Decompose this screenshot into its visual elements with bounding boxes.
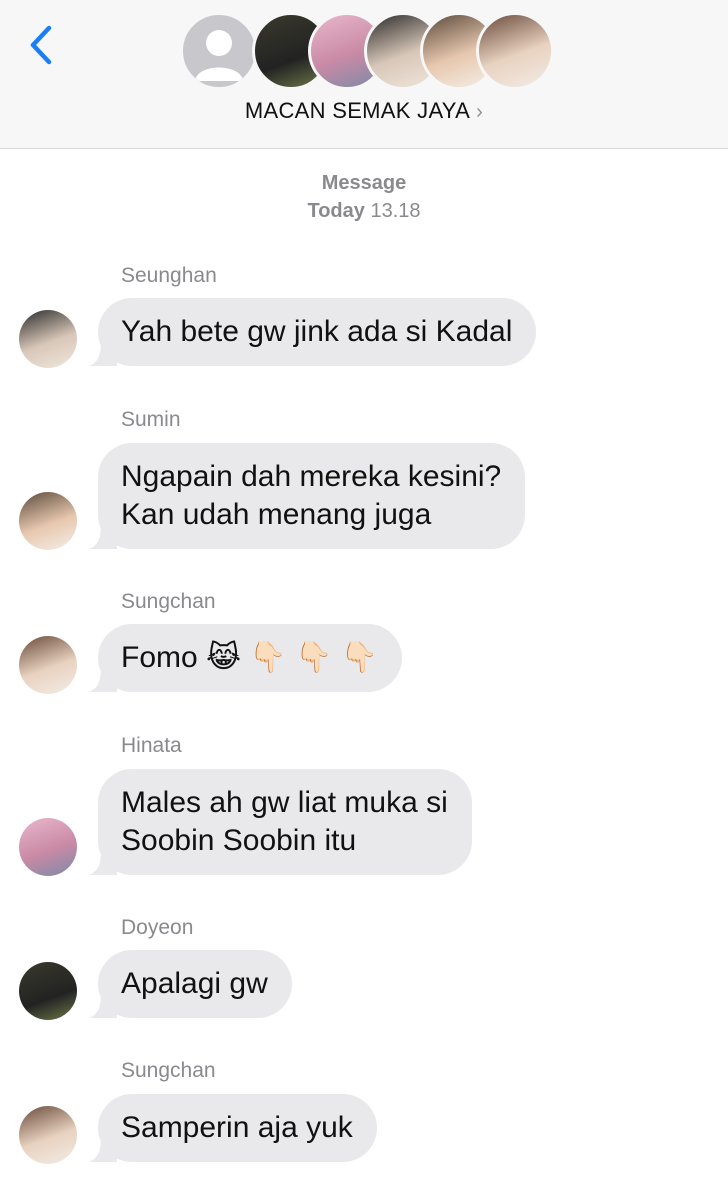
sender-name: Sungchan (121, 1059, 216, 1082)
sender-name: Doyeon (121, 916, 194, 939)
avatar-sungchan (476, 12, 554, 90)
group-name-label: MACAN SEMAK JAYA (244, 98, 471, 123)
message-bubble[interactable]: Ngapain dah mereka kesini? Kan udah mena… (89, 443, 526, 549)
message-text: Kan udah menang juga (121, 498, 432, 531)
timestamp: Today 13.18 (0, 200, 728, 223)
message-text: Soobin Soobin itu (121, 824, 357, 857)
avatar[interactable] (19, 310, 77, 368)
chevron-left-icon (30, 25, 52, 65)
avatar[interactable] (19, 818, 77, 876)
avatar[interactable] (19, 636, 77, 694)
timestamp-label: Message (321, 172, 407, 194)
avatar-placeholder (180, 12, 258, 90)
message-text: Ngapain dah mereka kesini? (121, 460, 502, 493)
avatar[interactable] (19, 492, 77, 550)
message-bubble[interactable]: Samperin aja yuk (89, 1094, 377, 1162)
timestamp-day: Today (307, 200, 365, 222)
chevron-right-icon: › (476, 101, 484, 123)
bubble-tail (89, 340, 117, 366)
avatar[interactable] (19, 1106, 77, 1164)
avatar[interactable] (19, 962, 77, 1020)
message-text: Fomo 😹 👇🏻 👇🏻 👇🏻 (121, 641, 379, 674)
bubble-tail (89, 992, 117, 1018)
sender-name: Sumin (121, 408, 181, 431)
message-text: Samperin aja yuk (121, 1111, 353, 1144)
message-text: Males ah gw liat muka si (121, 786, 448, 819)
bubble-tail (89, 523, 117, 549)
message-text: Apalagi gw (121, 967, 268, 1000)
group-avatars[interactable] (180, 12, 554, 92)
bubble-tail (89, 849, 117, 875)
chat-header: MACAN SEMAK JAYA › (0, 0, 728, 149)
bubble-tail (89, 666, 117, 692)
message-bubble[interactable]: Apalagi gw (89, 950, 292, 1018)
bubble-tail (89, 1136, 117, 1162)
sender-name: Sungchan (121, 590, 216, 613)
message-bubble[interactable]: Yah bete gw jink ada si Kadal (89, 298, 537, 366)
message-bubble[interactable]: Males ah gw liat muka si Soobin Soobin i… (89, 769, 472, 875)
back-button[interactable] (20, 20, 60, 70)
timestamp-time: 13.18 (370, 200, 421, 222)
person-icon (195, 30, 243, 81)
message-bubble[interactable]: Fomo 😹 👇🏻 👇🏻 👇🏻 (89, 624, 403, 692)
group-name[interactable]: MACAN SEMAK JAYA › (0, 98, 728, 124)
message-text: Yah bete gw jink ada si Kadal (121, 315, 513, 348)
sender-name: Seunghan (121, 264, 217, 287)
sender-name: Hinata (121, 734, 182, 757)
